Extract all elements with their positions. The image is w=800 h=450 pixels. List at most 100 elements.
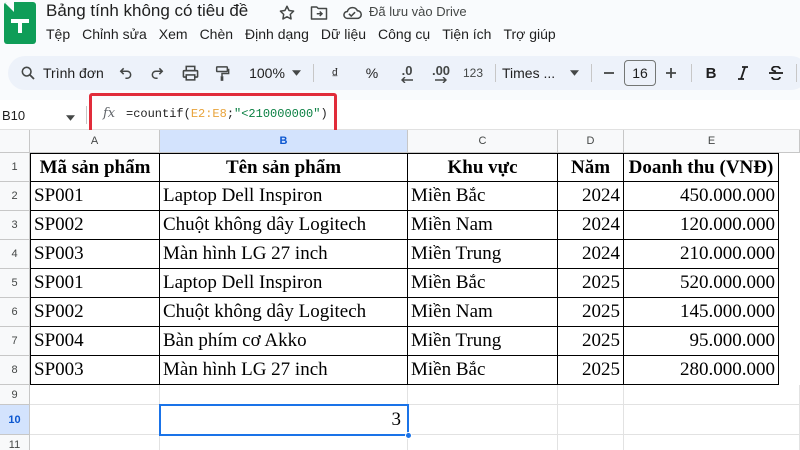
name-box-caret-icon[interactable]: [66, 108, 75, 126]
empty-cell[interactable]: [624, 435, 800, 450]
table-cell[interactable]: SP004: [30, 327, 160, 356]
currency-format-button[interactable]: ₫: [326, 56, 344, 90]
zoom-caret-icon[interactable]: [290, 56, 302, 90]
decrease-decimal-button[interactable]: .0: [396, 56, 418, 90]
table-cell[interactable]: Màn hình LG 27 inch: [160, 356, 408, 385]
sheets-logo-icon[interactable]: [4, 2, 36, 44]
more-formats-button[interactable]: 123: [460, 56, 486, 90]
document-title[interactable]: Bảng tính không có tiêu đề: [46, 1, 248, 21]
empty-cell[interactable]: [558, 385, 624, 405]
table-cell[interactable]: Bàn phím cơ Akko: [160, 327, 408, 356]
menu-tools[interactable]: Công cụ: [372, 25, 436, 43]
table-cell[interactable]: Miền Trung: [408, 240, 558, 269]
zoom-select[interactable]: 100%: [244, 56, 290, 90]
table-cell[interactable]: Laptop Dell Inspiron: [160, 269, 408, 298]
table-cell[interactable]: SP002: [30, 298, 160, 327]
paint-format-icon[interactable]: [211, 56, 233, 90]
row-header-4[interactable]: 4: [0, 240, 30, 269]
cloud-check-icon[interactable]: [342, 3, 362, 23]
empty-cell[interactable]: [160, 385, 408, 405]
table-cell[interactable]: SP002: [30, 211, 160, 240]
empty-cell[interactable]: [30, 435, 160, 450]
row-header-3[interactable]: 3: [0, 211, 30, 240]
row-header-7[interactable]: 7: [0, 327, 30, 356]
column-header-c[interactable]: C: [408, 130, 558, 153]
empty-cell[interactable]: [160, 435, 408, 450]
search-icon[interactable]: [18, 56, 38, 90]
fill-handle[interactable]: [405, 432, 412, 439]
table-cell[interactable]: Miền Bắc: [408, 182, 558, 211]
row-header-10[interactable]: 10: [0, 405, 30, 435]
menu-edit[interactable]: Chỉnh sửa: [76, 25, 153, 43]
menu-help[interactable]: Trợ giúp: [497, 25, 561, 43]
select-all-corner[interactable]: [0, 130, 30, 153]
move-folder-icon[interactable]: [309, 3, 329, 23]
increase-decimal-button[interactable]: .00: [428, 56, 454, 90]
empty-cell[interactable]: [30, 405, 160, 435]
table-cell[interactable]: Chuột không dây Logitech: [160, 298, 408, 327]
header-cell-revenue[interactable]: Doanh thu (VNĐ): [624, 153, 779, 182]
increase-font-size-icon[interactable]: [662, 56, 680, 90]
empty-cell[interactable]: [408, 435, 558, 450]
menu-data[interactable]: Dữ liệu: [315, 25, 372, 43]
table-cell[interactable]: 145.000.000: [624, 298, 779, 327]
menu-view[interactable]: Xem: [153, 25, 194, 43]
menu-extensions[interactable]: Tiện ích: [436, 25, 497, 43]
table-cell[interactable]: Miền Trung: [408, 327, 558, 356]
column-header-d[interactable]: D: [558, 130, 624, 153]
row-header-1[interactable]: 1: [0, 153, 30, 182]
header-cell-product-name[interactable]: Tên sản phẩm: [160, 153, 408, 182]
row-header-5[interactable]: 5: [0, 269, 30, 298]
menu-file[interactable]: Tệp: [40, 25, 76, 43]
table-cell[interactable]: Miền Nam: [408, 211, 558, 240]
table-cell[interactable]: SP001: [30, 182, 160, 211]
table-cell[interactable]: 520.000.000: [624, 269, 779, 298]
table-cell[interactable]: 210.000.000: [624, 240, 779, 269]
percent-format-button[interactable]: %: [362, 56, 382, 90]
table-cell[interactable]: 2024: [558, 240, 624, 269]
empty-cell[interactable]: [624, 385, 800, 405]
table-cell[interactable]: Laptop Dell Inspiron: [160, 182, 408, 211]
empty-cell[interactable]: [30, 385, 160, 405]
header-cell-product-code[interactable]: Mã sản phẩm: [30, 153, 160, 182]
row-header-8[interactable]: 8: [0, 356, 30, 385]
font-caret-icon[interactable]: [568, 56, 580, 90]
italic-icon[interactable]: [734, 56, 752, 90]
row-header-9[interactable]: 9: [0, 385, 30, 405]
font-family-select[interactable]: Times ...: [502, 56, 562, 90]
menu-format[interactable]: Định dạng: [239, 25, 315, 43]
table-cell[interactable]: 2025: [558, 356, 624, 385]
column-header-e[interactable]: E: [624, 130, 800, 153]
table-cell[interactable]: SP003: [30, 356, 160, 385]
table-cell[interactable]: 2024: [558, 211, 624, 240]
table-cell[interactable]: SP003: [30, 240, 160, 269]
bold-button[interactable]: B: [702, 56, 720, 90]
table-cell[interactable]: Chuột không dây Logitech: [160, 211, 408, 240]
undo-icon[interactable]: [116, 56, 136, 90]
header-cell-region[interactable]: Khu vực: [408, 153, 558, 182]
row-header-6[interactable]: 6: [0, 298, 30, 327]
formula-input[interactable]: =countif(E2:E8;"<210000000"): [126, 107, 328, 121]
table-cell[interactable]: Miền Bắc: [408, 356, 558, 385]
column-header-b[interactable]: B: [160, 130, 408, 153]
search-menus-input[interactable]: Trình đơn: [43, 56, 105, 90]
table-cell[interactable]: Miền Bắc: [408, 269, 558, 298]
empty-cell[interactable]: [558, 435, 624, 450]
table-cell[interactable]: 2025: [558, 269, 624, 298]
star-icon[interactable]: [277, 3, 297, 23]
table-cell[interactable]: 2025: [558, 298, 624, 327]
table-cell[interactable]: 450.000.000: [624, 182, 779, 211]
print-icon[interactable]: [179, 56, 201, 90]
table-cell[interactable]: 2024: [558, 182, 624, 211]
table-cell[interactable]: Miền Nam: [408, 298, 558, 327]
countif-result-cell[interactable]: 3: [160, 405, 408, 435]
font-size-input[interactable]: 16: [624, 60, 656, 86]
row-header-2[interactable]: 2: [0, 182, 30, 211]
table-cell[interactable]: 120.000.000: [624, 211, 779, 240]
column-header-a[interactable]: A: [30, 130, 160, 153]
table-cell[interactable]: SP001: [30, 269, 160, 298]
header-cell-year[interactable]: Năm: [558, 153, 624, 182]
table-cell[interactable]: Màn hình LG 27 inch: [160, 240, 408, 269]
redo-icon[interactable]: [147, 56, 167, 90]
empty-cell[interactable]: [558, 405, 624, 435]
